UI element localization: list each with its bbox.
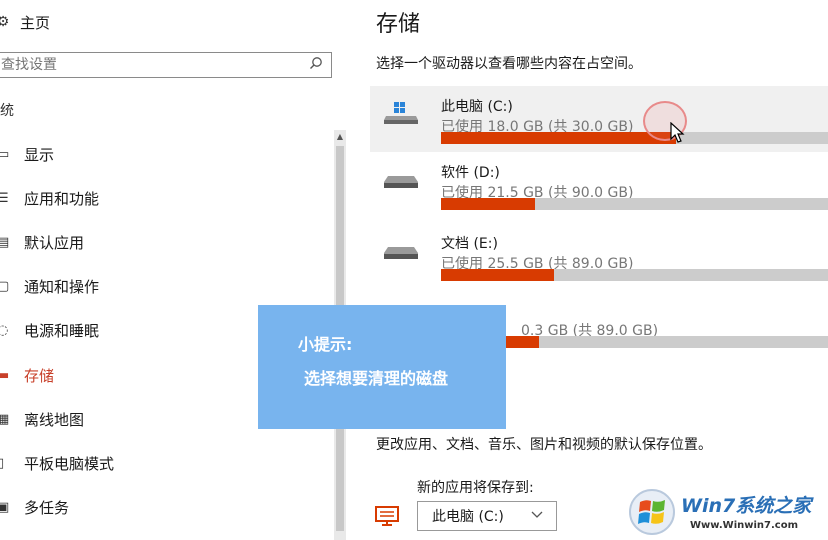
mouse-cursor-icon xyxy=(670,122,685,143)
multitasking-icon: ▣ xyxy=(0,500,10,516)
apps-features-icon: ☰ xyxy=(0,190,9,206)
search-input[interactable] xyxy=(0,54,291,76)
drive-icon xyxy=(384,247,418,259)
tip-body: 选择想要清理的磁盘 xyxy=(304,369,449,388)
watermark-url: Www.Winwin7.com xyxy=(690,520,799,531)
page-subtitle: 选择一个驱动器以查看哪些内容在占空间。 xyxy=(376,56,642,72)
search-box[interactable] xyxy=(0,52,332,78)
sidebar-item-label: 默认应用 xyxy=(24,233,85,252)
drive-name: 此电脑 (C:) xyxy=(441,99,513,115)
new-apps-label: 新的应用将保存到: xyxy=(417,480,534,496)
storage-icon: ▬ xyxy=(0,367,10,383)
drive-name: 文档 (E:) xyxy=(441,236,498,252)
sidebar-item-tablet-mode[interactable]: ▯ 平板电脑模式 xyxy=(0,441,330,485)
scroll-up-icon[interactable]: ▲ xyxy=(334,130,346,144)
sidebar-item-display[interactable]: ▭ 显示 xyxy=(0,132,330,176)
drive-c[interactable]: 此电脑 (C:) 已使用 18.0 GB (共 30.0 GB) xyxy=(370,86,828,152)
sidebar-item-default-apps[interactable]: ▤ 默认应用 xyxy=(0,220,330,264)
drive-e[interactable]: 文档 (E:) 已使用 25.5 GB (共 89.0 GB) xyxy=(370,223,828,289)
usage-bar-fill xyxy=(441,269,554,281)
sidebar-item-label: 平板电脑模式 xyxy=(24,454,115,473)
tip-overlay: 小提示: 选择想要清理的磁盘 xyxy=(258,305,506,429)
drive-icon xyxy=(384,176,418,188)
sidebar-item-label: 离线地图 xyxy=(24,410,85,429)
section-header: 统 xyxy=(0,103,14,119)
tip-title: 小提示: xyxy=(298,335,353,354)
usage-bar xyxy=(441,132,828,144)
usage-bar-fill xyxy=(441,132,677,144)
home-label: 主页 xyxy=(20,13,51,32)
power-icon: ◌ xyxy=(0,323,9,339)
default-apps-icon: ▤ xyxy=(0,234,10,250)
sidebar-item-multitasking[interactable]: ▣ 多任务 xyxy=(0,486,330,530)
sidebar-item-label: 通知和操作 xyxy=(24,278,100,297)
page-title: 存储 xyxy=(376,12,421,37)
search-icon[interactable] xyxy=(309,56,323,74)
dropdown-value: 此电脑 (C:) xyxy=(432,509,504,525)
gear-icon: ⚙ xyxy=(0,14,10,30)
drive-name: 软件 (D:) xyxy=(441,165,500,181)
home-link[interactable]: ⚙ 主页 xyxy=(0,8,50,36)
usage-bar xyxy=(441,198,828,210)
sidebar-item-label: 多任务 xyxy=(24,499,70,518)
sidebar-item-label: 存储 xyxy=(24,366,55,385)
usage-bar xyxy=(441,269,828,281)
drive-d[interactable]: 软件 (D:) 已使用 21.5 GB (共 90.0 GB) xyxy=(370,152,828,218)
sidebar-item-label: 应用和功能 xyxy=(24,189,100,208)
usage-bar-fill xyxy=(441,198,535,210)
sidebar-item-apps-features[interactable]: ☰ 应用和功能 xyxy=(0,176,330,220)
watermark-brand: Win7系统之家 xyxy=(681,495,812,517)
tablet-mode-icon: ▯ xyxy=(0,455,5,471)
display-icon: ▭ xyxy=(0,146,10,162)
sidebar: ⚙ 主页 统 ▭ 显示 ☰ 应用和功能 ▤ 默认应用 ▢ 通知和操作 ◌ 电源和… xyxy=(0,0,355,540)
chevron-down-icon xyxy=(530,508,544,525)
change-save-location-text: 更改应用、文档、音乐、图片和视频的默认保存位置。 xyxy=(376,437,712,453)
notifications-icon: ▢ xyxy=(0,279,10,295)
new-apps-save-dropdown[interactable]: 此电脑 (C:) xyxy=(417,501,557,531)
monitor-icon xyxy=(375,506,399,526)
sidebar-item-label: 电源和睡眠 xyxy=(24,322,100,341)
sidebar-item-notifications[interactable]: ▢ 通知和操作 xyxy=(0,265,330,309)
windows-logo-icon xyxy=(629,489,675,535)
offline-maps-icon: ▦ xyxy=(0,411,10,427)
system-drive-icon xyxy=(384,102,418,124)
sidebar-item-label: 显示 xyxy=(24,145,55,164)
main-panel: 存储 选择一个驱动器以查看哪些内容在占空间。 此电脑 (C:) 已使用 18.0… xyxy=(355,0,828,540)
